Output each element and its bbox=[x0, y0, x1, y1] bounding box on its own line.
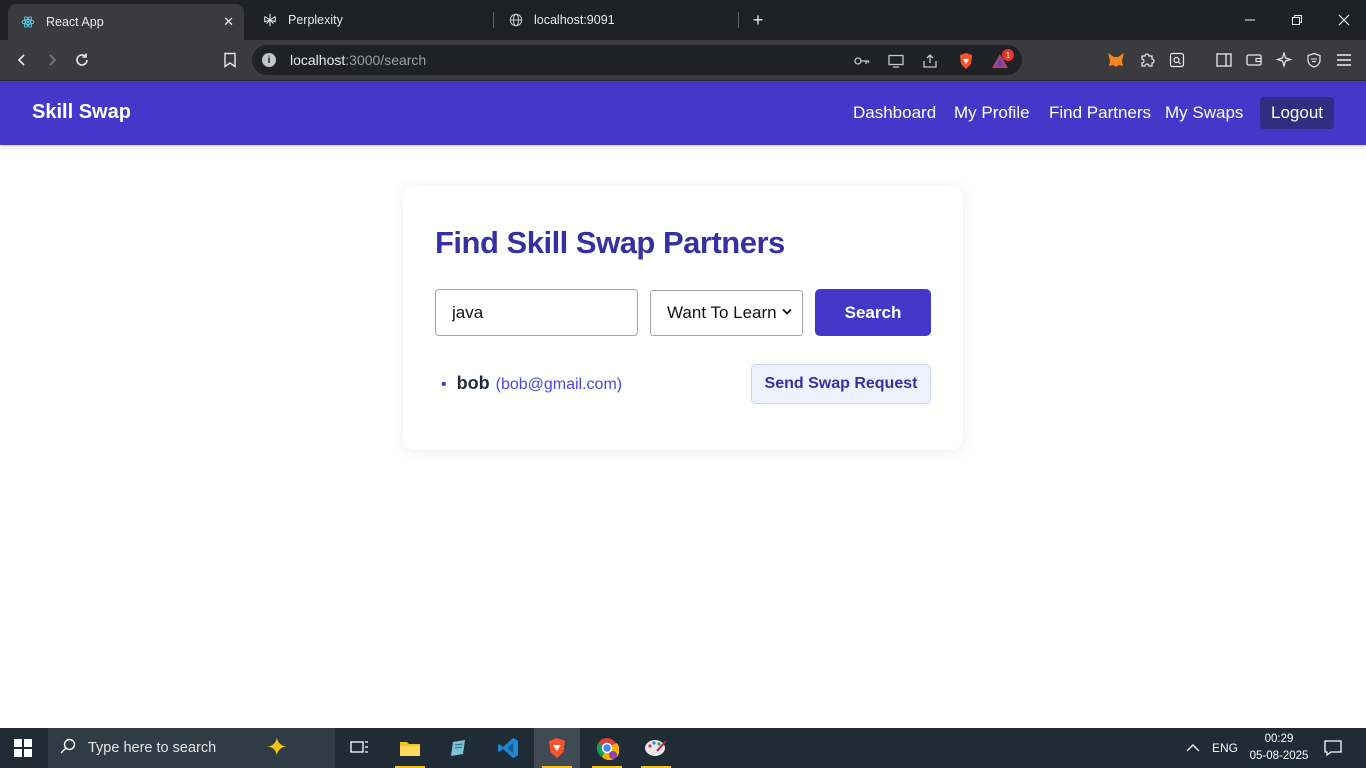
clock-time: 00:29 bbox=[1264, 733, 1294, 745]
tab-react-app[interactable]: React App ✕ bbox=[8, 4, 244, 40]
skill-search-input[interactable] bbox=[435, 289, 638, 336]
sparkle-icon: ✦ bbox=[266, 732, 288, 762]
taskbar-clock[interactable]: 00:29 05-08-2025 bbox=[1244, 731, 1314, 765]
page-title: Find Skill Swap Partners bbox=[435, 225, 785, 260]
metamask-fox-icon[interactable] bbox=[1106, 50, 1126, 70]
tab-divider bbox=[738, 12, 739, 28]
nav-my-profile[interactable]: My Profile bbox=[954, 103, 1030, 123]
browser-tab-strip: React App ✕ Perplexity localhost:9091 + bbox=[0, 0, 1366, 40]
sidebar-toggle-icon[interactable] bbox=[1214, 50, 1234, 70]
tab-title: React App bbox=[46, 15, 104, 29]
windows-taskbar: Type here to search ✦ ENG 00:29 05-08-20… bbox=[0, 728, 1366, 768]
search-icon bbox=[60, 738, 76, 759]
app-navbar: Skill Swap Dashboard My Profile Find Par… bbox=[0, 81, 1366, 145]
partner-email: (bob@gmail.com) bbox=[495, 376, 623, 393]
vpn-icon[interactable] bbox=[1304, 50, 1324, 70]
tab-localhost-9091[interactable]: localhost:9091 bbox=[496, 4, 732, 36]
install-app-icon[interactable] bbox=[886, 51, 906, 71]
url-text: localhost:3000/search bbox=[290, 52, 427, 68]
reload-icon[interactable] bbox=[70, 48, 94, 72]
react-icon bbox=[20, 14, 36, 30]
search-mode-select[interactable]: Want To Learn bbox=[650, 290, 803, 336]
show-hidden-icons[interactable] bbox=[1186, 728, 1200, 768]
menu-icon[interactable] bbox=[1334, 50, 1354, 70]
nav-my-swaps[interactable]: My Swaps bbox=[1165, 103, 1243, 123]
reader-mode-icon[interactable] bbox=[1167, 50, 1187, 70]
extensions-icon[interactable] bbox=[1137, 50, 1157, 70]
paint-app-icon[interactable] bbox=[633, 728, 679, 768]
partner-name: bob bbox=[456, 373, 490, 393]
globe-icon bbox=[508, 12, 524, 28]
wallet-icon[interactable] bbox=[1244, 50, 1264, 70]
windows-start-icon[interactable] bbox=[14, 739, 32, 757]
clock-date: 05-08-2025 bbox=[1249, 750, 1309, 762]
vscode-icon[interactable] bbox=[485, 728, 531, 768]
back-icon[interactable] bbox=[10, 48, 34, 72]
bookmark-icon[interactable] bbox=[218, 48, 242, 72]
nav-dashboard[interactable]: Dashboard bbox=[853, 103, 936, 123]
language-indicator[interactable]: ENG bbox=[1212, 728, 1238, 768]
brand-logo[interactable]: Skill Swap bbox=[32, 101, 131, 124]
search-card: Find Skill Swap Partners Want To Learn S… bbox=[403, 185, 963, 450]
new-tab-icon[interactable]: + bbox=[748, 8, 768, 32]
nav-find-partners[interactable]: Find Partners bbox=[1049, 103, 1151, 123]
site-info-icon[interactable]: i bbox=[262, 53, 276, 67]
minimize-icon[interactable] bbox=[1238, 8, 1262, 32]
task-view-icon[interactable] bbox=[337, 728, 383, 768]
search-button[interactable]: Search bbox=[815, 289, 931, 336]
rewards-badge: 1 bbox=[1002, 49, 1014, 61]
brave-rewards-icon[interactable]: 1 bbox=[990, 49, 1014, 71]
notification-icon[interactable] bbox=[1324, 728, 1342, 768]
perplexity-icon bbox=[262, 12, 278, 28]
bullet-icon: • bbox=[441, 376, 447, 393]
password-key-icon[interactable] bbox=[852, 51, 872, 71]
taskbar-search-placeholder: Type here to search bbox=[88, 740, 217, 756]
close-tab-icon[interactable]: ✕ bbox=[223, 14, 234, 30]
notes-app-icon[interactable] bbox=[436, 728, 482, 768]
tab-title: localhost:9091 bbox=[534, 13, 615, 27]
logout-button[interactable]: Logout bbox=[1260, 97, 1334, 129]
tab-perplexity[interactable]: Perplexity bbox=[250, 4, 486, 36]
tab-divider bbox=[493, 12, 494, 28]
file-explorer-icon[interactable] bbox=[387, 728, 433, 768]
address-bar[interactable]: i localhost:3000/search 1 bbox=[252, 45, 1022, 75]
browser-toolbar: i localhost:3000/search 1 bbox=[0, 40, 1366, 81]
send-swap-request-button[interactable]: Send Swap Request bbox=[751, 364, 931, 404]
chevron-down-icon bbox=[782, 305, 792, 319]
tab-title: Perplexity bbox=[288, 13, 343, 27]
list-item: • bob (bob@gmail.com) bbox=[441, 373, 622, 394]
leo-ai-icon[interactable] bbox=[1274, 50, 1294, 70]
select-value: Want To Learn bbox=[667, 303, 777, 322]
restore-icon[interactable] bbox=[1285, 8, 1309, 32]
close-window-icon[interactable] bbox=[1332, 8, 1356, 32]
brave-browser-icon[interactable] bbox=[534, 728, 580, 768]
chrome-icon[interactable] bbox=[584, 728, 630, 768]
forward-icon[interactable] bbox=[40, 48, 64, 72]
taskbar-search-box[interactable]: Type here to search ✦ bbox=[48, 728, 335, 768]
brave-shield-icon[interactable] bbox=[956, 51, 976, 71]
share-icon[interactable] bbox=[920, 51, 940, 71]
